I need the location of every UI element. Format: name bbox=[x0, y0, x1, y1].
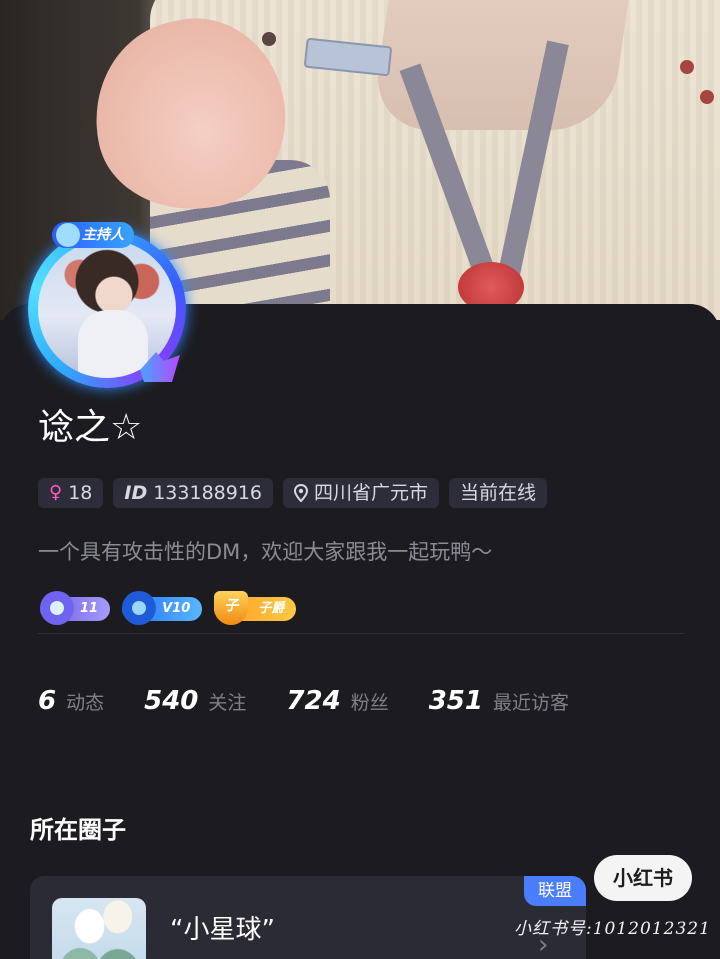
divider bbox=[38, 633, 684, 634]
online-status-value: 当前在线 bbox=[460, 482, 537, 504]
age-value: 18 bbox=[68, 482, 93, 504]
location-tag: 四川省广元市 bbox=[283, 478, 440, 508]
online-status-tag: 当前在线 bbox=[449, 478, 548, 508]
circle-thumbnail bbox=[52, 898, 146, 959]
stat-posts[interactable]: 6 动态 bbox=[38, 686, 104, 716]
stat-followers[interactable]: 724 粉丝 bbox=[286, 686, 388, 716]
host-badge-label: 主持人 bbox=[82, 227, 124, 243]
profile-page: 主持人 谂之☆ ♀ 18 ID 133188916 四川省广元市 当前在线 一个 bbox=[0, 0, 720, 959]
vip-badge[interactable]: V10 bbox=[122, 591, 203, 625]
level-badge[interactable]: 11 bbox=[40, 591, 111, 625]
noble-badge-label: 子爵 bbox=[258, 601, 285, 616]
vip-emblem-icon bbox=[122, 591, 157, 625]
stat-label: 关注 bbox=[208, 692, 247, 714]
id-icon: ID bbox=[124, 482, 148, 504]
stat-label: 最近访客 bbox=[492, 692, 569, 714]
gender-age-tag: ♀ 18 bbox=[38, 478, 104, 508]
stat-value: 6 bbox=[38, 686, 57, 716]
shield-icon: 子 bbox=[214, 591, 249, 625]
noble-badge[interactable]: 子 子爵 bbox=[214, 591, 297, 625]
bio: 一个具有攻击性的DM，欢迎大家跟我一起玩鸭～ bbox=[38, 540, 493, 564]
league-badge: 联盟 bbox=[524, 876, 586, 906]
location-value: 四川省广元市 bbox=[314, 482, 429, 504]
vip-badge-label: V10 bbox=[162, 601, 191, 616]
circle-name: “小星球” bbox=[170, 915, 275, 945]
info-tags: ♀ 18 ID 133188916 四川省广元市 当前在线 bbox=[38, 478, 548, 508]
stat-value: 351 bbox=[428, 686, 483, 716]
stat-label: 动态 bbox=[66, 692, 105, 714]
host-badge: 主持人 bbox=[52, 222, 134, 248]
circle-card[interactable]: “小星球” › bbox=[30, 876, 586, 959]
stat-label: 粉丝 bbox=[350, 692, 389, 714]
nickname: 谂之☆ bbox=[38, 407, 143, 448]
level-badge-label: 11 bbox=[80, 601, 99, 616]
stat-value: 540 bbox=[144, 686, 199, 716]
location-pin-icon bbox=[294, 484, 309, 502]
id-tag[interactable]: ID 133188916 bbox=[113, 478, 274, 508]
circles-section-title: 所在圈子 bbox=[30, 816, 126, 844]
watermark-logo: 小红书 bbox=[594, 855, 692, 901]
stat-value: 724 bbox=[286, 686, 341, 716]
level-badges: 11 V10 子 子爵 bbox=[40, 591, 297, 626]
id-value: 133188916 bbox=[153, 482, 263, 504]
female-icon: ♀ bbox=[49, 482, 63, 503]
watermark-text: 小红书号:1012012321 bbox=[514, 919, 711, 939]
stat-visitors[interactable]: 351 最近访客 bbox=[429, 686, 569, 716]
stat-following[interactable]: 540 关注 bbox=[144, 686, 246, 716]
stats-row: 6 动态 540 关注 724 粉丝 351 最近访客 bbox=[38, 686, 569, 716]
avatar[interactable]: 主持人 bbox=[22, 222, 192, 392]
level-emblem-icon bbox=[40, 591, 74, 625]
moon-icon bbox=[56, 223, 80, 247]
